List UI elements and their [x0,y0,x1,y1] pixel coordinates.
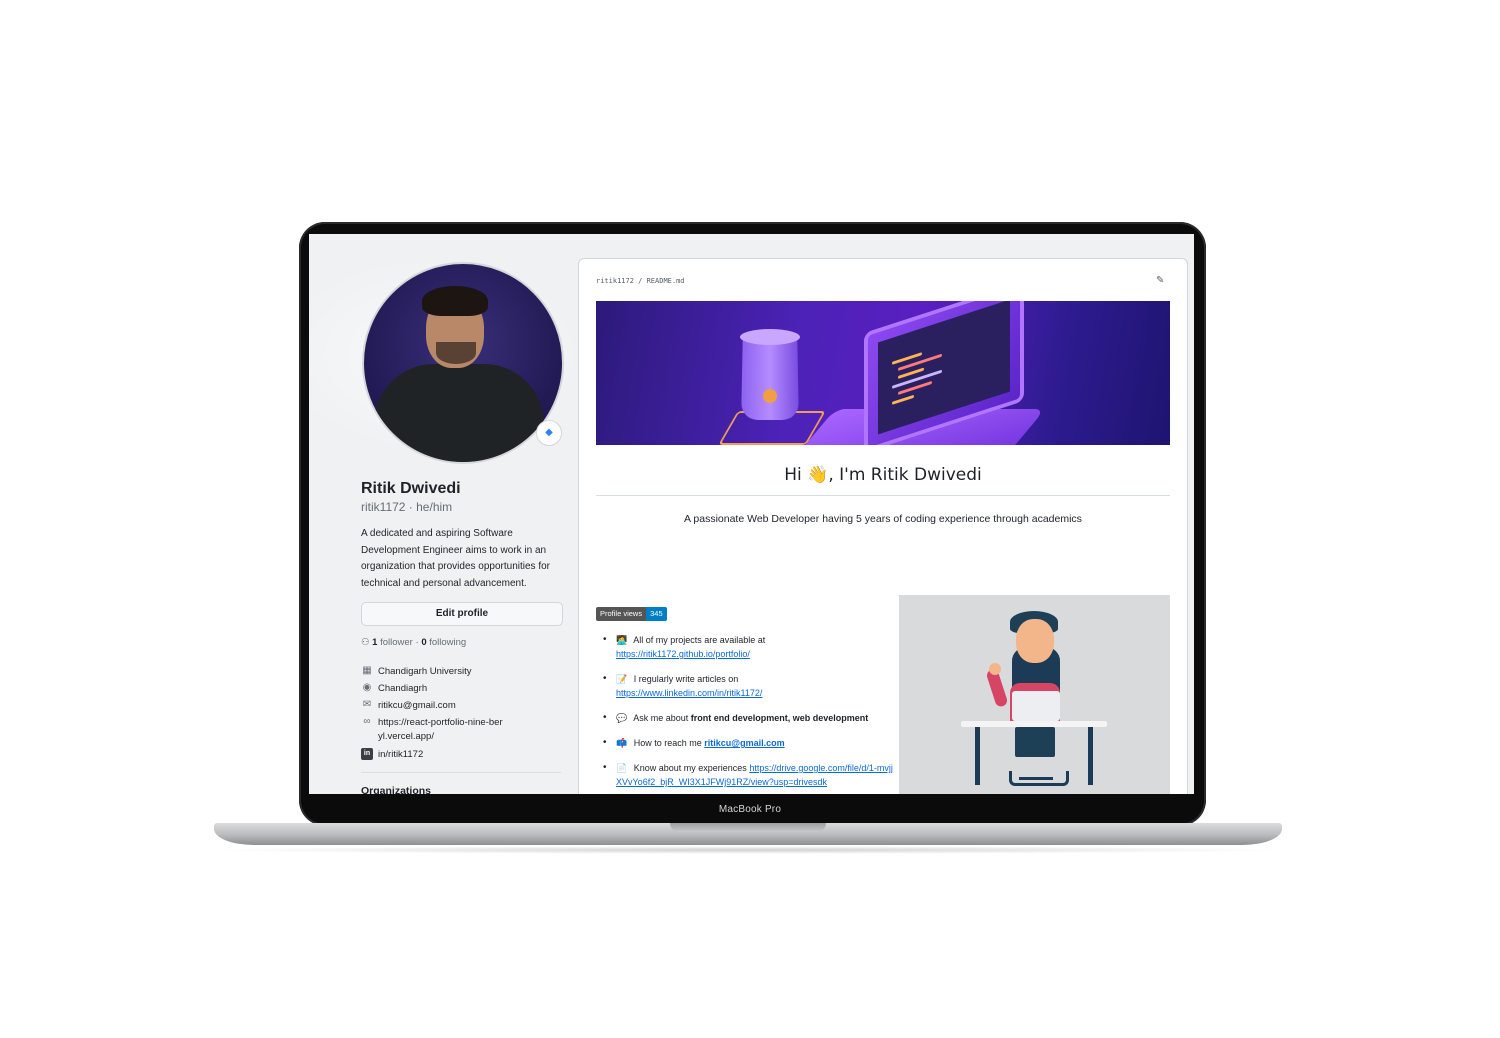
mail-icon: ✉ [362,699,372,710]
separator: · [415,637,419,648]
pencil-icon[interactable]: ✎ [1156,275,1164,286]
organizations-heading: Organizations [361,785,432,794]
list-item: 📫 How to reach me ritikcu@gmail.com [596,736,896,750]
readme-card: ritik1172 / README.md ✎ Hi 👋, I'm Ritik … [578,258,1188,794]
profile-bio: A dedicated and aspiring Software Develo… [361,528,551,589]
code-line [892,394,914,405]
list-item: 🧑‍💻 All of my projects are available at … [596,633,896,661]
email-row: ✉ ritikcu@gmail.com [361,699,504,713]
illustration-chair-wheels [1009,771,1069,786]
readme-heading: Hi 👋, I'm Ritik Dwivedi [784,465,982,485]
avatar-body [374,364,544,462]
organization-text: Chandigarh University [378,666,472,677]
list-item-text: Know about my experiences [633,763,747,773]
location-text: Chandiagrh [378,683,428,694]
organization-row: ▦ Chandigarh University [361,665,504,679]
views-badge-value: 345 [646,607,667,621]
illustration-desk-leg [1088,727,1093,785]
device-brand-label: MacBook Pro [718,804,782,815]
page-icon: 📄 [616,763,628,773]
website-row: ∞ https://react-portfolio-nine-beryl.ver… [361,716,504,744]
profile-handle: ritik1172 · he/him [361,500,453,514]
profile-views-badge: Profile views 345 [596,607,667,621]
illustration-legs [1015,727,1055,757]
illustration-laptop [1012,691,1060,721]
speech-bubble-icon: 💬 [616,713,628,723]
readme-path: ritik1172 / README.md [596,277,685,285]
profile-full-name: Ritik Dwivedi [361,480,461,497]
linkedin-row: in in/ritik1172 [361,748,504,762]
linkedin-article-link[interactable]: https://www.linkedin.com/in/ritik1172/ [616,688,762,698]
list-item-text: All of my projects are available at [633,635,766,645]
website-link[interactable]: https://react-portfolio-nine-beryl.verce… [378,716,504,744]
followers-count[interactable]: 1 [372,637,377,648]
list-item: 📄 Know about my experiences https://driv… [596,761,896,789]
technologist-icon: 🧑‍💻 [616,635,628,645]
list-item-text: How to reach me [633,738,702,748]
mailbox-icon: 📫 [616,738,628,748]
readme-path-user[interactable]: ritik1172 [596,277,634,285]
list-item-text: Ask me about [633,713,689,723]
readme-path-file[interactable]: README.md [647,277,685,285]
contact-email-link[interactable]: ritikcu@gmail.com [704,738,784,748]
followers-label[interactable]: follower [380,637,413,648]
status-emoji-icon[interactable]: ◆ [536,420,562,446]
list-item-text: I regularly write articles on [633,674,739,684]
views-badge-label: Profile views [596,607,647,621]
portfolio-link[interactable]: https://ritik1172.github.io/portfolio/ [616,649,750,659]
people-icon: ⚇ [361,637,370,648]
banner-paw-icon [763,389,777,403]
building-icon: ▦ [362,665,372,676]
heading-rule [596,495,1170,496]
laptop-shadow [205,846,1291,854]
list-item-bold: front end development, web development [690,713,869,723]
email-link[interactable]: ritikcu@gmail.com [378,699,504,713]
avatar[interactable] [362,262,564,464]
path-separator: / [638,277,647,285]
location-pin-icon: ◉ [362,682,372,693]
edit-profile-button[interactable]: Edit profile [361,602,563,626]
list-item: 📝 I regularly write articles on https://… [596,672,896,700]
following-label[interactable]: following [429,637,466,648]
readme-banner-image [596,301,1170,445]
linkedin-link[interactable]: in/ritik1172 [378,748,504,762]
readme-tagline: A passionate Web Developer having 5 year… [684,513,1082,525]
laptop-notch [670,823,826,832]
illustration-head [1016,619,1054,663]
memo-icon: 📝 [616,674,628,684]
follow-stats: ⚇ 1 follower · 0 following [361,637,466,648]
readme-list: 🧑‍💻 All of my projects are available at … [596,633,896,794]
location-row: ◉ Chandiagrh [361,682,504,696]
banner-cup-lid [740,329,800,345]
list-item: 💬 Ask me about front end development, we… [596,711,896,725]
avatar-hair [422,286,488,316]
banner-cup [741,332,799,420]
github-profile-screen: ◆ Ritik Dwivedi ritik1172 · he/him A ded… [309,234,1194,794]
developer-illustration [899,595,1170,794]
avatar-beard [436,342,476,364]
illustration-desk-leg [975,727,980,785]
link-icon: ∞ [363,716,371,727]
sidebar-divider [361,772,561,773]
illustration-hand [989,663,1001,675]
following-count[interactable]: 0 [421,637,426,648]
linkedin-icon: in [361,748,373,760]
